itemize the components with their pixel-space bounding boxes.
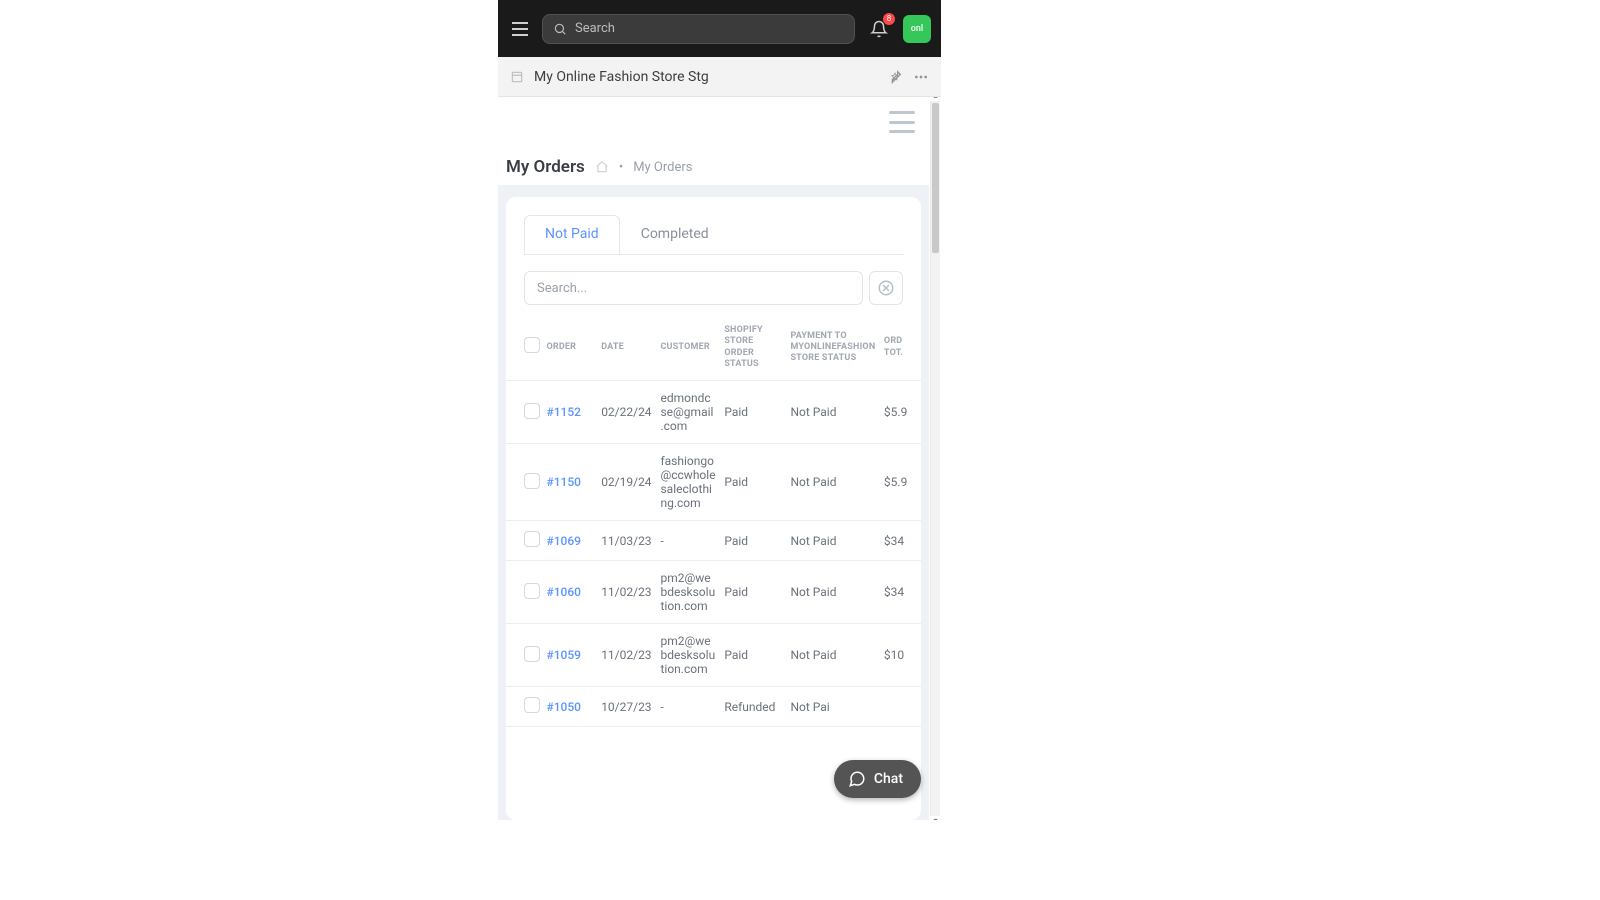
row-checkbox[interactable] — [524, 403, 540, 419]
chat-icon — [848, 770, 866, 788]
order-total: $5.9 — [880, 381, 921, 444]
table-row: #1050 10/27/23 - Refunded Not Pai — [506, 687, 921, 727]
chat-label: Chat — [874, 771, 903, 787]
notification-badge: 8 — [883, 13, 895, 25]
table-row: #1152 02/22/24 edmondcse@gmail.com Paid … — [506, 381, 921, 444]
order-total — [880, 687, 921, 727]
order-shopify-status: Paid — [720, 444, 786, 521]
scrollbar[interactable]: ▴ ▾ — [930, 101, 940, 816]
row-checkbox[interactable] — [524, 473, 540, 489]
store-title: My Online Fashion Store Stg — [534, 69, 877, 85]
order-payment-status: Not Pai — [786, 687, 879, 727]
order-total: $10 — [880, 624, 921, 687]
tab-not-paid[interactable]: Not Paid — [524, 215, 620, 254]
order-link[interactable]: #1060 — [546, 585, 581, 599]
order-link[interactable]: #1050 — [546, 700, 581, 714]
clear-search-button[interactable] — [869, 271, 903, 305]
order-link[interactable]: #1152 — [546, 405, 581, 419]
scroll-down-icon[interactable]: ▾ — [931, 816, 940, 820]
order-total: $34 — [880, 521, 921, 561]
order-date: 02/22/24 — [597, 381, 656, 444]
account-button[interactable]: onl — [903, 15, 931, 43]
table-search-placeholder: Search... — [537, 281, 587, 296]
order-customer: - — [656, 687, 720, 727]
scrollbar-thumb[interactable] — [932, 103, 939, 253]
global-search-placeholder: Search — [575, 21, 615, 36]
order-total: $5.9 — [880, 444, 921, 521]
order-payment-status: Not Paid — [786, 444, 879, 521]
global-search-input[interactable]: Search — [542, 14, 855, 44]
table-row: #1150 02/19/24 fashiongo@ccwholesaleclot… — [506, 444, 921, 521]
order-date: 10/27/23 — [597, 687, 656, 727]
pin-icon[interactable] — [887, 69, 903, 85]
row-checkbox[interactable] — [524, 697, 540, 713]
order-date: 11/02/23 — [597, 624, 656, 687]
header-customer[interactable]: CUSTOMER — [656, 315, 720, 381]
header-order-total[interactable]: ORD TOT. — [880, 315, 921, 381]
table-row: #1059 11/02/23 pm2@webdesksolution.com P… — [506, 624, 921, 687]
order-customer: edmondcse@gmail.com — [656, 381, 720, 444]
page-title: My Orders — [506, 157, 585, 177]
main-menu-button[interactable] — [508, 17, 532, 41]
store-icon — [510, 70, 524, 84]
tab-completed[interactable]: Completed — [620, 215, 730, 254]
order-date: 11/03/23 — [597, 521, 656, 561]
table-header-row: ORDER DATE CUSTOMER SHOPIFY STORE ORDER … — [506, 315, 921, 381]
breadcrumb-separator: • — [619, 160, 623, 175]
breadcrumb: My Orders — [633, 160, 692, 175]
scroll-up-icon[interactable]: ▴ — [931, 97, 940, 101]
header-order[interactable]: ORDER — [542, 315, 597, 381]
search-icon — [553, 22, 567, 36]
header-shopify-status[interactable]: SHOPIFY STORE ORDER STATUS — [720, 315, 786, 381]
home-icon[interactable] — [595, 160, 609, 174]
page-menu-button[interactable] — [889, 111, 915, 133]
order-link[interactable]: #1150 — [546, 475, 581, 489]
order-shopify-status: Paid — [720, 521, 786, 561]
order-payment-status: Not Paid — [786, 561, 879, 624]
order-customer: fashiongo@ccwholesaleclothing.com — [656, 444, 720, 521]
order-payment-status: Not Paid — [786, 624, 879, 687]
clear-icon — [877, 279, 895, 297]
order-customer: - — [656, 521, 720, 561]
order-shopify-status: Paid — [720, 561, 786, 624]
table-row: #1069 11/03/23 - Paid Not Paid $34 — [506, 521, 921, 561]
order-payment-status: Not Paid — [786, 521, 879, 561]
order-link[interactable]: #1069 — [546, 534, 581, 548]
order-payment-status: Not Paid — [786, 381, 879, 444]
order-shopify-status: Paid — [720, 381, 786, 444]
order-shopify-status: Refunded — [720, 687, 786, 727]
notifications-button[interactable]: 8 — [865, 15, 893, 43]
header-date[interactable]: DATE — [597, 315, 656, 381]
order-total: $34 — [880, 561, 921, 624]
chat-button[interactable]: Chat — [834, 760, 921, 798]
row-checkbox[interactable] — [524, 646, 540, 662]
select-all-checkbox[interactable] — [524, 337, 540, 353]
row-checkbox[interactable] — [524, 583, 540, 599]
order-customer: pm2@webdesksolution.com — [656, 561, 720, 624]
header-payment-status[interactable]: PAYMENT TO MYONLINEFASHION STORE STATUS — [786, 315, 879, 381]
order-shopify-status: Paid — [720, 624, 786, 687]
table-row: #1060 11/02/23 pm2@webdesksolution.com P… — [506, 561, 921, 624]
more-icon[interactable] — [913, 69, 929, 85]
order-link[interactable]: #1059 — [546, 648, 581, 662]
row-checkbox[interactable] — [524, 531, 540, 547]
order-date: 11/02/23 — [597, 561, 656, 624]
order-customer: pm2@webdesksolution.com — [656, 624, 720, 687]
avatar-label: onl — [911, 24, 923, 34]
table-search-input[interactable]: Search... — [524, 271, 863, 305]
order-date: 02/19/24 — [597, 444, 656, 521]
